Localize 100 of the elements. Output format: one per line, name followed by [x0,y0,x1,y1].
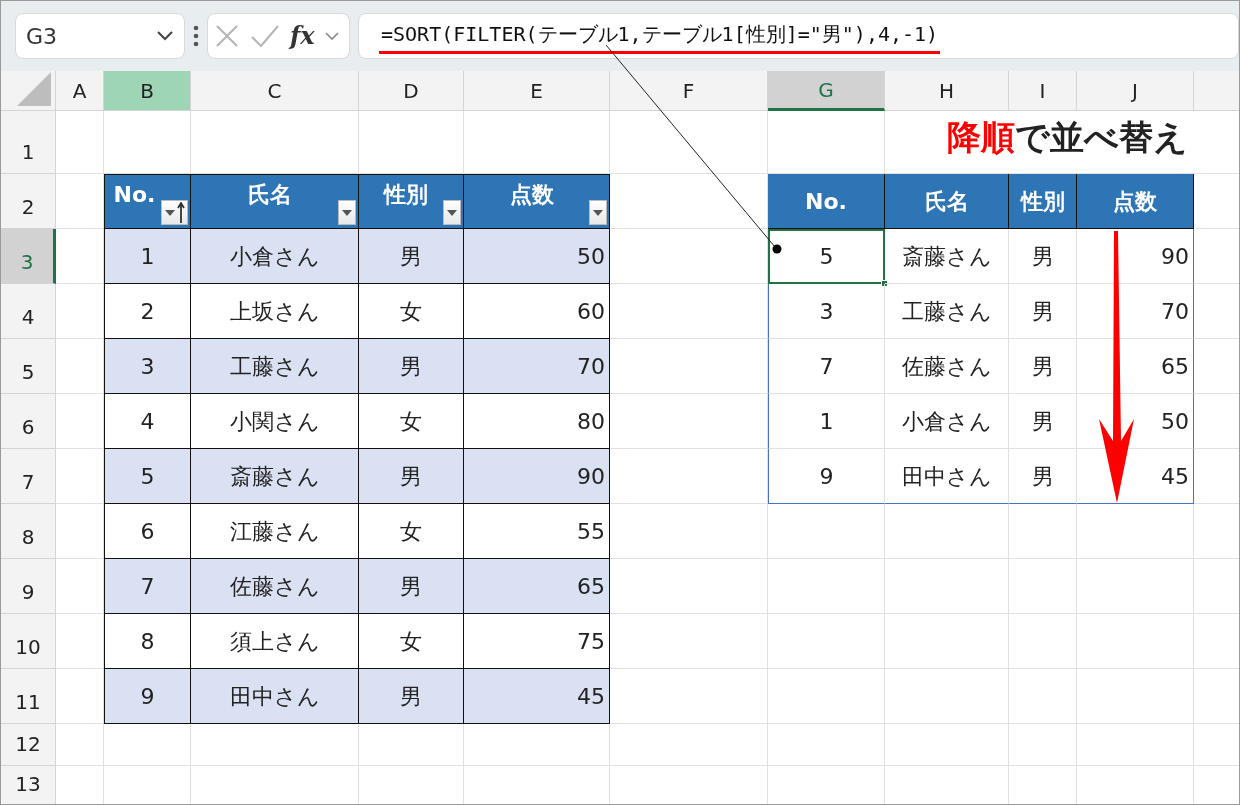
table-cell[interactable]: 小倉さん [191,229,359,284]
row-header[interactable]: 8 [1,504,56,559]
row-header[interactable]: 12 [1,724,56,766]
column-header[interactable]: C [191,71,359,111]
table-cell[interactable]: 3 [104,339,191,394]
row-header[interactable]: 6 [1,394,56,449]
empty-cell[interactable] [56,284,104,339]
empty-cell[interactable] [885,669,1009,724]
empty-cell[interactable] [1077,724,1194,766]
formula-bar[interactable]: =SORT(FILTER(テーブル1,テーブル1[性別]="男"),4,-1) [358,13,1239,59]
empty-cell[interactable] [1009,724,1077,766]
empty-cell[interactable] [1009,504,1077,559]
table-cell[interactable]: 佐藤さん [191,559,359,614]
empty-cell[interactable] [768,669,885,724]
table-cell[interactable]: 45 [464,669,610,724]
row-header[interactable]: 9 [1,559,56,614]
table-cell[interactable]: 男 [359,559,464,614]
column-header[interactable]: B [104,71,191,111]
table-cell[interactable]: 佐藤さん [885,339,1009,394]
empty-cell[interactable] [1077,669,1194,724]
empty-cell[interactable] [610,394,768,449]
empty-cell[interactable] [885,614,1009,669]
empty-cell[interactable] [56,614,104,669]
empty-cell[interactable] [1077,614,1194,669]
table-cell[interactable]: 小倉さん [885,394,1009,449]
row-header[interactable]: 10 [1,614,56,669]
empty-cell[interactable] [768,614,885,669]
row-header[interactable]: 11 [1,669,56,724]
table-cell[interactable]: 70 [464,339,610,394]
empty-cell[interactable] [1077,559,1194,614]
empty-cell[interactable] [610,614,768,669]
table-cell[interactable]: 男 [1009,284,1077,339]
empty-cell[interactable] [1009,669,1077,724]
empty-cell[interactable] [610,284,768,339]
empty-cell[interactable] [768,504,885,559]
column-header[interactable]: E [464,71,610,111]
table-cell[interactable]: 90 [464,449,610,504]
row-header[interactable]: 3 [1,229,56,284]
row-header[interactable]: 1 [1,111,56,174]
row-header[interactable]: 13 [1,766,56,804]
row-header[interactable]: 4 [1,284,56,339]
filter-button[interactable] [338,200,356,225]
row-header[interactable]: 7 [1,449,56,504]
empty-cell[interactable] [104,724,191,766]
table-cell[interactable]: 50 [464,229,610,284]
table-header[interactable]: 性別 [1009,174,1077,229]
table-cell[interactable]: 9 [768,449,885,504]
table-cell[interactable]: 男 [1009,229,1077,284]
empty-cell[interactable] [464,724,610,766]
filter-button[interactable] [161,200,188,225]
table-cell[interactable]: 工藤さん [191,339,359,394]
fill-handle[interactable] [881,280,888,287]
column-header[interactable]: A [56,71,104,111]
empty-cell[interactable] [56,504,104,559]
table-cell[interactable]: 田中さん [191,669,359,724]
empty-cell[interactable] [1077,504,1194,559]
empty-cell[interactable] [1009,614,1077,669]
column-header[interactable]: F [610,71,768,111]
column-header[interactable]: J [1077,71,1194,111]
table-header[interactable]: 点数 [1077,174,1194,229]
table-cell[interactable]: 斎藤さん [885,229,1009,284]
empty-cell[interactable] [885,724,1009,766]
table-cell[interactable]: 1 [104,229,191,284]
empty-cell[interactable] [768,559,885,614]
table-cell[interactable]: 男 [359,669,464,724]
insert-function-button[interactable]: fx [290,18,315,54]
empty-cell[interactable] [610,111,768,174]
empty-cell[interactable] [1009,559,1077,614]
column-header[interactable]: G [768,71,885,111]
table-cell[interactable]: 65 [464,559,610,614]
empty-cell[interactable] [191,724,359,766]
row-header[interactable]: 5 [1,339,56,394]
table-cell[interactable]: 1 [768,394,885,449]
row-header[interactable]: 2 [1,174,56,229]
table-cell[interactable]: 5 [768,229,885,284]
column-header[interactable]: H [885,71,1009,111]
empty-cell[interactable] [56,394,104,449]
filter-button[interactable] [589,200,607,225]
table-cell[interactable]: 7 [104,559,191,614]
empty-cell[interactable] [359,724,464,766]
table-cell[interactable]: 9 [104,669,191,724]
empty-cell[interactable] [610,504,768,559]
table-cell[interactable]: 男 [359,229,464,284]
column-header[interactable] [1194,71,1239,111]
table-cell[interactable]: 男 [1009,339,1077,394]
empty-cell[interactable] [885,504,1009,559]
column-header[interactable]: D [359,71,464,111]
table-cell[interactable]: 7 [768,339,885,394]
table-cell[interactable]: 男 [359,339,464,394]
table-cell[interactable]: 斎藤さん [191,449,359,504]
empty-cell[interactable] [768,724,885,766]
column-header[interactable]: I [1009,71,1077,111]
table-cell[interactable]: 男 [359,449,464,504]
table-cell[interactable]: 男 [1009,394,1077,449]
table-header[interactable]: 氏名 [885,174,1009,229]
table-header[interactable]: No. [768,174,885,229]
table-cell[interactable]: 工藤さん [885,284,1009,339]
table-cell[interactable]: 3 [768,284,885,339]
name-box[interactable]: G3 [15,13,185,59]
table-cell[interactable]: 田中さん [885,449,1009,504]
